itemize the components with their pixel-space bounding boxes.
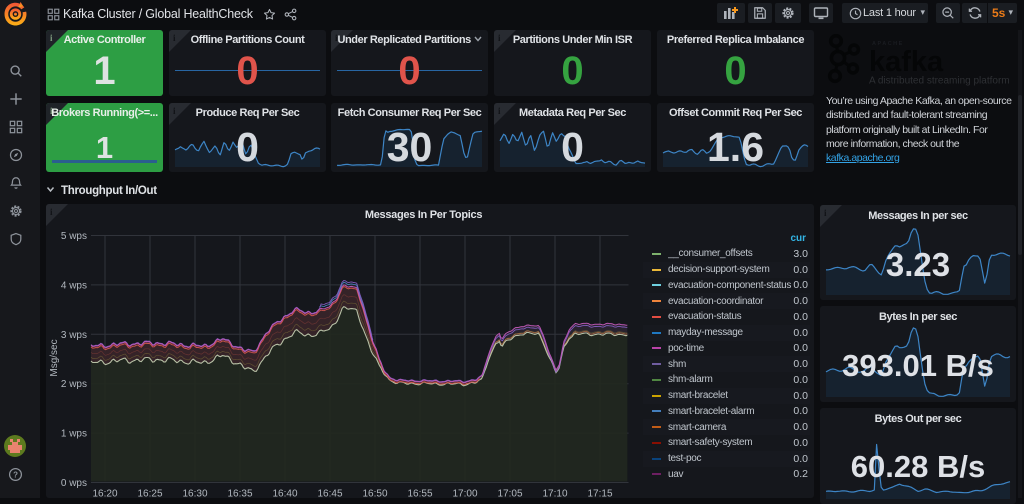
svg-text:16:30: 16:30 — [182, 489, 207, 499]
svg-text:16:45: 16:45 — [317, 489, 342, 499]
svg-text:16:40: 16:40 — [272, 489, 297, 499]
svg-text:4 wps: 4 wps — [61, 280, 87, 291]
svg-text:kafka: kafka — [869, 46, 944, 78]
svg-text:16:20: 16:20 — [92, 489, 117, 499]
svg-text:17:00: 17:00 — [452, 489, 477, 499]
svg-text:1 wps: 1 wps — [61, 429, 87, 440]
svg-text:17:15: 17:15 — [587, 489, 612, 499]
svg-text:16:55: 16:55 — [407, 489, 432, 499]
svg-text:16:50: 16:50 — [362, 489, 387, 499]
svg-text:2 wps: 2 wps — [61, 379, 87, 390]
svg-text:Msg/sec: Msg/sec — [49, 339, 60, 376]
svg-text:A distributed streaming platfo: A distributed streaming platform — [869, 76, 1010, 87]
svg-text:3 wps: 3 wps — [61, 330, 87, 341]
svg-text:16:25: 16:25 — [137, 489, 162, 499]
svg-text:16:35: 16:35 — [227, 489, 252, 499]
svg-text:17:10: 17:10 — [542, 489, 567, 499]
svg-text:5 wps: 5 wps — [61, 231, 87, 242]
svg-text:17:05: 17:05 — [497, 489, 522, 499]
svg-text:0 wps: 0 wps — [61, 478, 87, 489]
svg-text:?: ? — [13, 470, 18, 479]
